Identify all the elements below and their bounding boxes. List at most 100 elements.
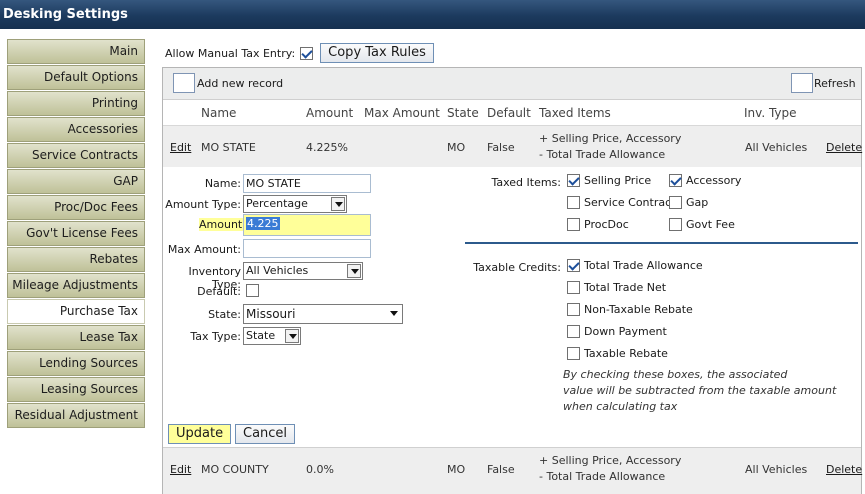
taxable-rebate-label: Taxable Rebate [584, 347, 668, 360]
manual-tax-checkbox[interactable] [300, 46, 314, 60]
credit-total-trade-net[interactable]: Total Trade Net [567, 281, 666, 294]
selling-price-checkbox[interactable] [567, 174, 580, 187]
chevron-down-icon [331, 197, 345, 211]
sidebar-item-proc-doc-fees[interactable]: Proc/Doc Fees [7, 195, 145, 220]
credit-taxable-rebate[interactable]: Taxable Rebate [567, 347, 668, 360]
max-amount-field[interactable] [243, 239, 371, 258]
col-name: Name [201, 106, 237, 120]
row-default: False [487, 463, 515, 476]
accessory-label: Accessory [686, 174, 742, 187]
state-label: State: [208, 308, 241, 321]
refresh-icon[interactable] [791, 73, 813, 93]
credit-down-payment[interactable]: Down Payment [567, 325, 667, 338]
update-button[interactable]: Update [168, 424, 232, 444]
row-amount: 4.225% [306, 141, 348, 154]
credit-total-trade-allowance[interactable]: Total Trade Allowance [567, 259, 703, 272]
accessory-checkbox[interactable] [669, 174, 682, 187]
row-state: MO [447, 463, 466, 476]
taxed-item-accessory[interactable]: Accessory [669, 174, 741, 187]
edit-link[interactable]: Edit [170, 463, 191, 476]
procdoc-label: ProcDoc [584, 218, 629, 231]
tax-type-value: State [246, 329, 276, 342]
taxable-credits-label: Taxable Credits: [473, 261, 561, 274]
taxed-item-procdoc[interactable]: ProcDoc [567, 218, 629, 231]
total-trade-net-checkbox[interactable] [567, 281, 580, 294]
credit-non-taxable-rebate[interactable]: Non-Taxable Rebate [567, 303, 693, 316]
tax-options-bar: Allow Manual Tax Entry: Copy Tax Rules [165, 42, 434, 64]
table-row: Edit MO STATE 4.225% MO False + Selling … [163, 125, 862, 167]
state-select[interactable]: Missouri [243, 304, 403, 324]
edit-link[interactable]: Edit [170, 141, 191, 154]
sidebar-item-leasing-sources[interactable]: Leasing Sources [7, 377, 145, 402]
amount-type-select[interactable]: Percentage [243, 195, 347, 213]
gap-checkbox[interactable] [669, 196, 682, 209]
tax-type-select[interactable]: State [243, 327, 301, 345]
sidebar-item-gap[interactable]: GAP [7, 169, 145, 194]
taxed-item-gap[interactable]: Gap [669, 196, 708, 209]
cancel-button[interactable]: Cancel [235, 424, 296, 444]
total-trade-net-label: Total Trade Net [584, 281, 667, 294]
non-taxable-rebate-checkbox[interactable] [567, 303, 580, 316]
service-contract-checkbox[interactable] [567, 196, 580, 209]
sidebar-item-service-contracts[interactable]: Service Contracts [7, 143, 145, 168]
sidebar-item-rebates[interactable]: Rebates [7, 247, 145, 272]
inventory-type-select[interactable]: All Vehicles [243, 262, 363, 280]
sidebar-item-residual-adjustment[interactable]: Residual Adjustment [7, 403, 145, 428]
copy-tax-rules-button[interactable]: Copy Tax Rules [320, 43, 434, 63]
sidebar-item-default-options[interactable]: Default Options [7, 65, 145, 90]
window-title: Desking Settings [0, 0, 865, 29]
note-line: By checking these boxes, the associated [563, 368, 788, 381]
sidebar-item-lease-tax[interactable]: Lease Tax [7, 325, 145, 350]
state-value: Missouri [246, 307, 296, 321]
total-trade-allowance-checkbox[interactable] [567, 259, 580, 272]
down-payment-label: Down Payment [584, 325, 667, 338]
taxable-rebate-checkbox[interactable] [567, 347, 580, 360]
note-line: when calculating tax [563, 400, 678, 413]
chevron-down-icon [347, 264, 361, 278]
amount-value: 4.225 [246, 217, 280, 230]
row-taxed-line1: + Selling Price, Accessory [539, 132, 682, 145]
delete-link[interactable]: Delete [826, 141, 862, 154]
chevron-down-icon [285, 329, 299, 343]
col-taxed-items: Taxed Items [539, 106, 611, 120]
procdoc-checkbox[interactable] [567, 218, 580, 231]
sidebar-item-accessories[interactable]: Accessories [7, 117, 145, 142]
note-line: value will be subtracted from the taxabl… [563, 384, 837, 397]
name-field[interactable]: MO STATE [243, 174, 371, 193]
manual-tax-label: Allow Manual Tax Entry: [165, 46, 296, 60]
sidebar-item-mileage-adjustments[interactable]: Mileage Adjustments [7, 273, 145, 298]
max-amount-label: Max Amount: [167, 243, 241, 256]
down-payment-checkbox[interactable] [567, 325, 580, 338]
row-default: False [487, 141, 515, 154]
sidebar-item-printing[interactable]: Printing [7, 91, 145, 116]
sidebar-item-main[interactable]: Main [7, 39, 145, 64]
sidebar-item-lending-sources[interactable]: Lending Sources [7, 351, 145, 376]
table-row: Edit MO COUNTY 0.0% MO False + Selling P… [163, 447, 862, 494]
row-inv-type: All Vehicles [745, 141, 808, 154]
row-inv-type: All Vehicles [745, 463, 808, 476]
col-inv-type: Inv. Type [744, 106, 797, 120]
row-amount: 0.0% [306, 463, 334, 476]
amount-label: Amount: [199, 218, 246, 231]
taxed-item-govt-fee[interactable]: Govt Fee [669, 218, 735, 231]
default-checkbox[interactable] [246, 284, 259, 297]
sidebar-nav: Main Default Options Printing Accessorie… [7, 39, 145, 429]
row-state: MO [447, 141, 466, 154]
taxed-item-selling-price[interactable]: Selling Price [567, 174, 651, 187]
col-amount: Amount [306, 106, 354, 120]
refresh-link[interactable]: Refresh [814, 77, 856, 90]
add-record-icon[interactable] [173, 73, 195, 93]
delete-link[interactable]: Delete [826, 463, 862, 476]
govt-fee-checkbox[interactable] [669, 218, 682, 231]
row-taxed-line2: - Total Trade Allowance [539, 148, 666, 161]
section-divider [465, 242, 858, 244]
sidebar-item-purchase-tax[interactable]: Purchase Tax [7, 299, 145, 324]
chevron-down-icon [387, 307, 401, 321]
sidebar-item-govt-license-fees[interactable]: Gov't License Fees [7, 221, 145, 246]
amount-field[interactable]: 4.225 [243, 214, 371, 236]
add-record-link[interactable]: Add new record [197, 77, 283, 90]
taxed-items-label: Taxed Items: [491, 176, 561, 189]
col-state: State [447, 106, 479, 120]
taxed-item-service-contract[interactable]: Service Contract [567, 196, 675, 209]
service-contract-label: Service Contract [584, 196, 676, 209]
